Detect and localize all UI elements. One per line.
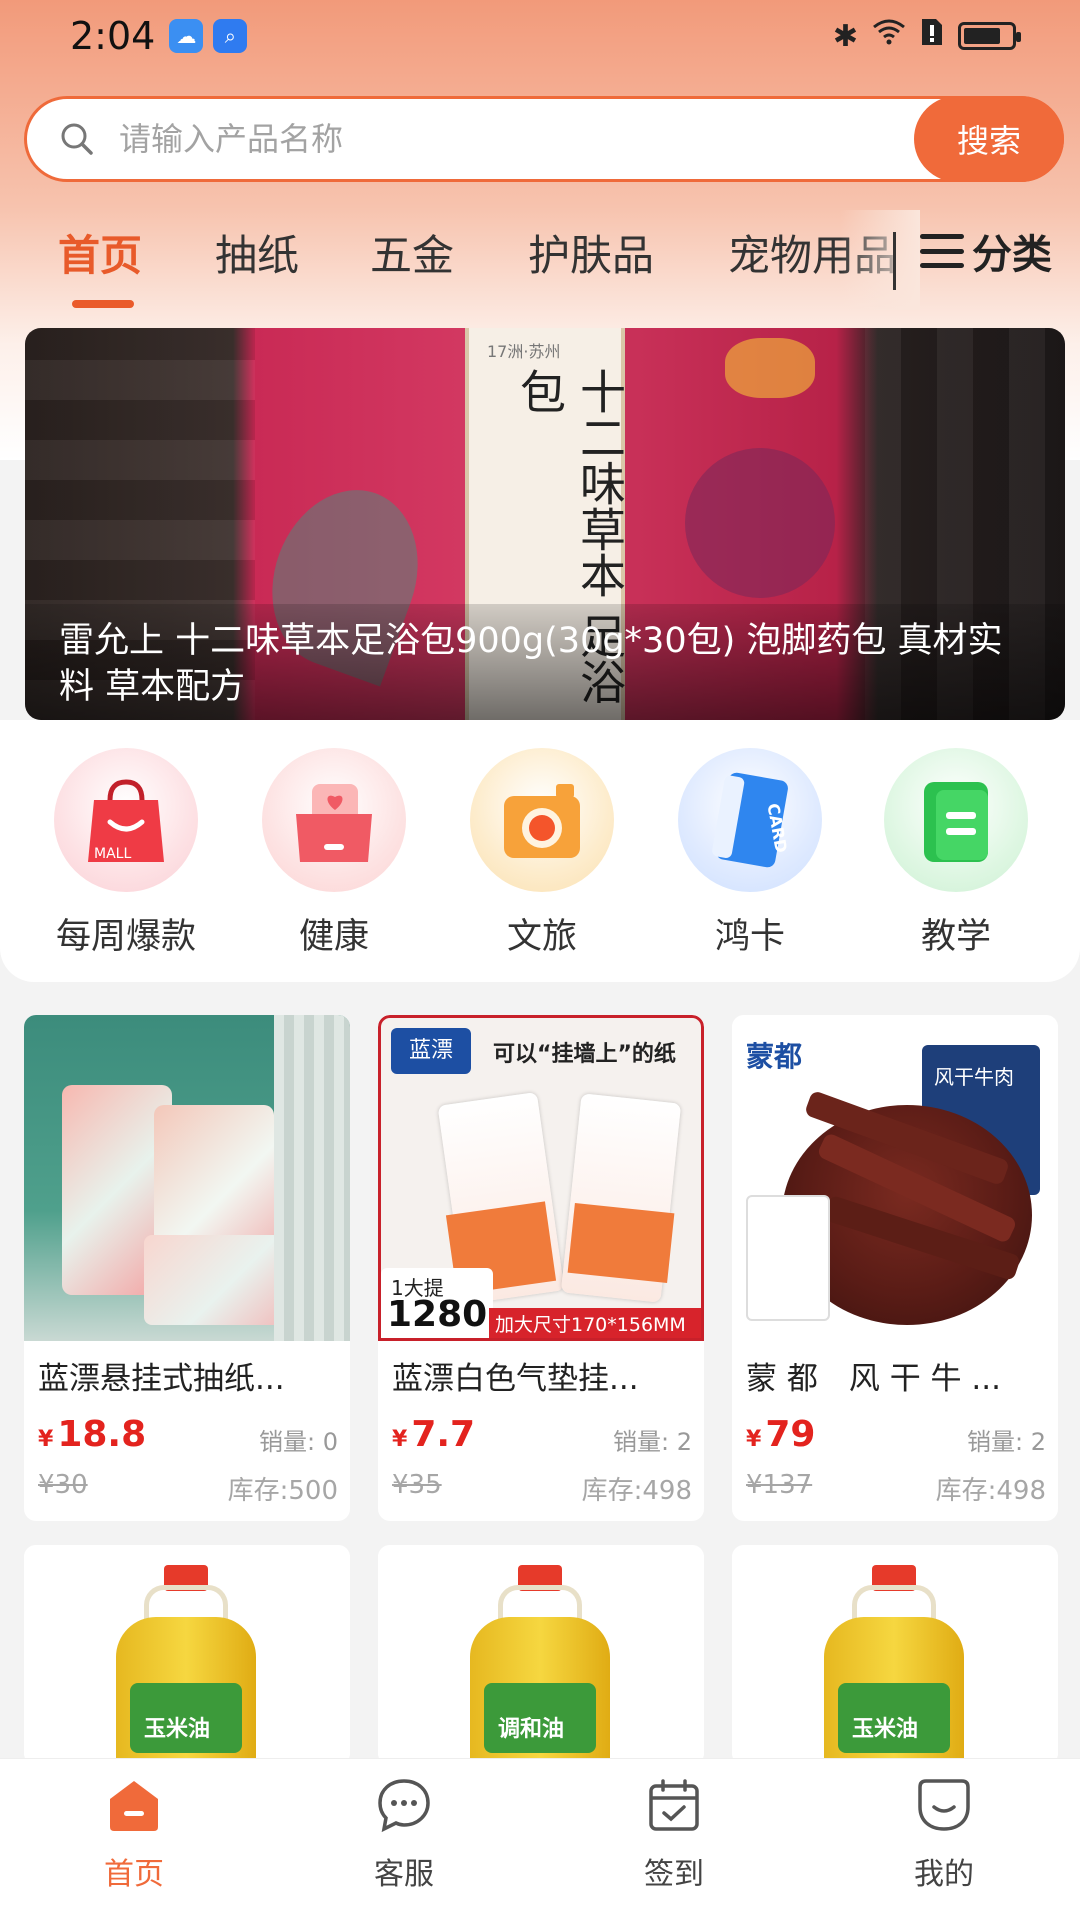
product-title: 蓝漂悬挂式抽纸... (38, 1361, 285, 1397)
quick-link-label: 每周爆款 (55, 917, 196, 957)
status-time: 2:04 (70, 14, 156, 58)
quick-link-label: 鸿卡 (714, 917, 785, 957)
product-original-price: ¥30 (38, 1470, 88, 1500)
heart-card-icon (262, 748, 406, 892)
category-label: 分类 (972, 232, 1052, 278)
product-image: 蓝漂 可以“挂墙上”的纸 1大提 1280 加大尺寸170*156MM (378, 1015, 704, 1341)
nav-label: 客服 (374, 1857, 434, 1892)
banner-caption-text: 雷允上 十二味草本足浴包900g(30g*30包) 泡脚药包 真材实料 草本配方 (59, 621, 1003, 707)
product-card[interactable]: 蓝漂悬挂式抽纸... ¥18.8 销量: 0 ¥30 库存:500 (24, 1015, 350, 1521)
quick-link-travel[interactable]: 文旅 (452, 748, 632, 959)
product-price: ¥18.8 (38, 1414, 147, 1455)
banner-caption: 雷允上 十二味草本足浴包900g(30g*30包) 泡脚药包 真材实料 草本配方 (25, 604, 1065, 720)
product-price: ¥79 (746, 1414, 816, 1455)
tab-divider (893, 232, 896, 290)
product-title: 蓝漂白色气垫挂... (392, 1361, 639, 1397)
battery-icon (958, 22, 1021, 50)
wifi-icon (872, 18, 906, 54)
product-image (24, 1015, 350, 1341)
search-bar[interactable]: 搜索 (24, 96, 1064, 182)
card-icon: CARD (678, 748, 822, 892)
category-button[interactable]: 分类 (920, 222, 1052, 280)
product-card[interactable]: 玉米油 (24, 1545, 350, 1765)
search-input[interactable] (119, 120, 879, 158)
product-sales: 销量: 0 (259, 1428, 338, 1456)
svg-text:MALL: MALL (94, 846, 131, 862)
category-tabs: 首页 抽纸 五金 护肤品 宠物用品 分类 (0, 210, 1080, 310)
product-stock: 库存:500 (227, 1476, 338, 1506)
bottom-navigation: 首页 客服 签到 我的 (0, 1758, 1080, 1920)
active-tab-indicator (72, 300, 134, 308)
status-bar: 2:04 ☁ ⌕ ✱ (0, 0, 1080, 72)
product-image: 调和油 (378, 1545, 704, 1765)
tab-home[interactable]: 首页 (58, 222, 142, 283)
menu-list-icon (920, 234, 964, 268)
tab-skincare[interactable]: 护肤品 (528, 222, 654, 283)
product-original-price: ¥137 (746, 1470, 813, 1500)
home-icon (104, 1775, 164, 1835)
chat-icon (374, 1775, 434, 1835)
quick-link-weekly-hot[interactable]: MALL 每周爆款 (36, 748, 216, 959)
product-stock: 库存:498 (581, 1476, 692, 1506)
product-stock: 库存:498 (935, 1476, 1046, 1506)
weather-app-icon: ☁ (169, 19, 204, 53)
nav-customer-service[interactable]: 客服 (304, 1775, 504, 1893)
product-sales: 销量: 2 (967, 1428, 1046, 1456)
tab-fade (840, 210, 920, 310)
tab-tissue[interactable]: 抽纸 (215, 222, 299, 283)
product-card[interactable]: 玉米油 (732, 1545, 1058, 1765)
product-card[interactable]: 蒙都 风干牛肉 蒙 都 风 干 牛 ... ¥79 销量: 2 ¥137 库存:… (732, 1015, 1058, 1521)
quick-links-panel: MALL 每周爆款 健康 文旅 CARD 鸿卡 教学 (0, 720, 1080, 982)
product-sales: 销量: 2 (613, 1428, 692, 1456)
search-icon (55, 117, 99, 161)
nav-home[interactable]: 首页 (34, 1775, 234, 1893)
calendar-check-icon (644, 1775, 704, 1835)
camera-icon (470, 748, 614, 892)
status-indicators: ✱ (832, 17, 1021, 55)
product-image: 玉米油 (24, 1545, 350, 1765)
product-image: 玉米油 (732, 1545, 1058, 1765)
bluetooth-icon: ✱ (832, 18, 858, 54)
product-card[interactable]: 调和油 (378, 1545, 704, 1765)
product-image: 蒙都 风干牛肉 (732, 1015, 1058, 1341)
nav-label: 首页 (104, 1857, 164, 1892)
nav-label: 签到 (644, 1857, 704, 1892)
tab-hardware[interactable]: 五金 (370, 222, 454, 283)
profile-icon (914, 1775, 974, 1835)
nav-label: 我的 (914, 1857, 974, 1892)
banner-package-brand: 17洲·苏州 (487, 342, 561, 361)
quick-link-hong-card[interactable]: CARD 鸿卡 (660, 748, 840, 959)
quick-link-health[interactable]: 健康 (244, 748, 424, 959)
book-icon (884, 748, 1028, 892)
nav-profile[interactable]: 我的 (844, 1775, 1044, 1893)
quick-link-label: 文旅 (506, 917, 577, 957)
product-original-price: ¥35 (392, 1470, 442, 1500)
promo-banner[interactable]: 17洲·苏州 十二味草本 足浴包 雷允上 十二味草本足浴包900g(30g*30… (25, 328, 1065, 720)
sim-alert-icon (920, 17, 944, 55)
search-button[interactable]: 搜索 (914, 96, 1064, 182)
product-card[interactable]: 蓝漂 可以“挂墙上”的纸 1大提 1280 加大尺寸170*156MM 蓝漂白色… (378, 1015, 704, 1521)
nav-check-in[interactable]: 签到 (574, 1775, 774, 1893)
shopping-bag-icon: MALL (54, 748, 198, 892)
product-price: ¥7.7 (392, 1414, 476, 1455)
banner-ginger-decoration (725, 338, 815, 398)
banner-fruit-decoration (685, 448, 835, 598)
product-title: 蒙 都 风 干 牛 ... (746, 1361, 1001, 1397)
quick-link-label: 教学 (920, 917, 991, 957)
quick-link-teaching[interactable]: 教学 (866, 748, 1046, 959)
quick-link-label: 健康 (298, 917, 369, 957)
search-app-icon: ⌕ (213, 19, 248, 53)
